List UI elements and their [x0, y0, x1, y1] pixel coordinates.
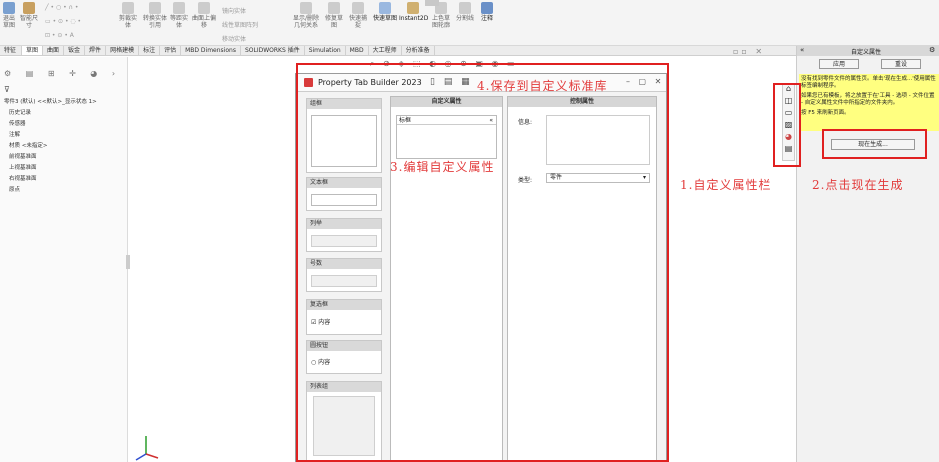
task-pane-title: 自定义属性: [851, 49, 882, 56]
tree-root[interactable]: 零件3 (默认) <<默认>_显示状态 1>: [4, 97, 97, 105]
trim-icon: [122, 2, 134, 14]
sketch-tools-grid-2[interactable]: ▭ • ⊙ • ◌ •: [45, 18, 81, 25]
feature-manager-tabs[interactable]: ⚙ ▤ ⊞ ✛ ◕ ›: [4, 69, 121, 78]
tab-addins[interactable]: SOLIDWORKS 插件: [241, 46, 305, 55]
convert-entities-button[interactable]: 转换实体引用: [143, 2, 167, 29]
apply-button[interactable]: 应用: [819, 59, 859, 69]
annotation-4: 4.保存到自定义标准库: [477, 79, 608, 93]
annotation-2: 2.点击现在生成: [812, 178, 904, 192]
rapid-sketch-button[interactable]: 快速草图: [373, 2, 397, 22]
quick-snaps-button[interactable]: 快速捕捉: [347, 2, 369, 29]
offset-entities-button[interactable]: 等距实体: [170, 2, 188, 29]
sketch-tools-grid[interactable]: ╱ • ○ • ∩ •: [45, 4, 78, 11]
mirror-entities[interactable]: 镜向实体: [222, 6, 246, 15]
smart-dimension-icon: [23, 2, 35, 14]
task-pane: « 自定义属性 ⚙ 应用 重设 没有找到零件文件的属性页。单击'现在生成...'…: [796, 46, 939, 462]
instant2d-button[interactable]: Instant2D: [399, 2, 428, 22]
repair-sketch-button[interactable]: 修复草图: [323, 2, 345, 29]
tab-engineer[interactable]: 大工程师: [369, 46, 402, 55]
task-pane-header: « 自定义属性 ⚙: [797, 46, 939, 56]
tree-item-front-plane[interactable]: 前视基准面: [9, 152, 37, 160]
settings-gear-icon[interactable]: ⚙: [929, 46, 935, 54]
annotation-1: 1.自定义属性栏: [680, 178, 772, 192]
annotation-box-edit: [296, 63, 669, 462]
tab-weldments[interactable]: 焊件: [85, 46, 107, 55]
reset-button[interactable]: 重设: [881, 59, 921, 69]
shaded-sketch-button[interactable]: 上色草图轮廓: [430, 2, 452, 29]
rapid-sketch-icon: [379, 2, 391, 14]
annotation-box-generate: [822, 129, 927, 159]
tree-item-material[interactable]: 材质 <未指定>: [9, 141, 47, 149]
tab-features[interactable]: 特征: [0, 46, 22, 55]
surface-offset-button[interactable]: 曲面上偏移: [192, 2, 216, 29]
tab-evaluate[interactable]: 评估: [160, 46, 182, 55]
filter-icon[interactable]: ⊽: [4, 85, 10, 94]
exit-sketch-button[interactable]: 退出草图: [2, 2, 16, 29]
surface-offset-icon: [198, 2, 210, 14]
repair-icon: [328, 2, 340, 14]
annotation-icon: [481, 2, 493, 14]
message-line-3: 按 F5 来刷新页面。: [801, 110, 850, 116]
ribbon-scroll[interactable]: [425, 0, 439, 6]
annotation-3: 3.编辑自定义属性: [390, 160, 495, 174]
collapse-pane-icon[interactable]: «: [800, 46, 804, 54]
tab-sketch[interactable]: 草图: [22, 46, 44, 55]
split-line-button[interactable]: 分割线: [454, 2, 476, 22]
coordinate-triad-icon: [135, 436, 159, 461]
tab-analysis-prep[interactable]: 分析准备: [402, 46, 435, 55]
exit-sketch-icon: [3, 2, 15, 14]
message-line-1: 没有找到零件文件的属性页。单击'现在生成...'使用属性标签编制程序。: [801, 76, 936, 89]
trim-entities-button[interactable]: 剪裁实体: [118, 2, 138, 29]
instant2d-icon: [407, 2, 419, 14]
window-controls[interactable]: ▫▫ ✕: [733, 47, 765, 56]
no-property-page-message: 没有找到零件文件的属性页。单击'现在生成...'使用属性标签编制程序。 如果您已…: [799, 74, 939, 131]
message-line-2: 如果您已有模板，将之放置于在'工具 - 选项 - 文件位置 - 自定义属性文件中…: [801, 93, 935, 106]
command-manager-ribbon: 退出草图 智能尺寸 ╱ • ○ • ∩ • ▭ • ⊙ • ◌ • ⊡ • ⊙ …: [0, 0, 939, 46]
annotation-button[interactable]: 注释: [478, 2, 496, 22]
tree-item-history[interactable]: 历史记录: [9, 108, 31, 116]
tree-item-sensors[interactable]: 传感器: [9, 119, 26, 127]
tree-item-annotations[interactable]: 注解: [9, 130, 20, 138]
tab-sheet-metal[interactable]: 钣金: [64, 46, 86, 55]
smart-dimension-button[interactable]: 智能尺寸: [18, 2, 40, 29]
tab-mbd[interactable]: MBD: [346, 46, 369, 55]
split-line-icon: [459, 2, 471, 14]
tab-markup[interactable]: 标注: [139, 46, 161, 55]
tab-mbd-dimensions[interactable]: MBD Dimensions: [181, 46, 241, 55]
relations-icon: [300, 2, 312, 14]
panel-collapse-handle[interactable]: [126, 255, 130, 269]
linear-pattern[interactable]: 线性草图阵列: [222, 20, 258, 29]
tree-item-top-plane[interactable]: 上视基准面: [9, 163, 37, 171]
display-relations-button[interactable]: 显示/删除几何关系: [291, 2, 321, 29]
feature-manager-panel: ⚙ ▤ ⊞ ✛ ◕ › ⊽ 零件3 (默认) <<默认>_显示状态 1> 历史记…: [0, 57, 128, 462]
move-entities[interactable]: 移动实体: [222, 34, 246, 43]
quick-snaps-icon: [352, 2, 364, 14]
tab-mesh-modeling[interactable]: 网格建模: [106, 46, 140, 55]
tree-item-right-plane[interactable]: 右视基准面: [9, 174, 37, 182]
tab-simulation[interactable]: Simulation: [305, 46, 346, 55]
tree-item-origin[interactable]: 原点: [9, 185, 20, 193]
annotation-box-sidebar: [773, 83, 801, 167]
sketch-tools-grid-3[interactable]: ⊡ • ⊙ • A: [45, 32, 74, 39]
tab-surfaces[interactable]: 曲面: [43, 46, 65, 55]
offset-icon: [173, 2, 185, 14]
convert-icon: [149, 2, 161, 14]
